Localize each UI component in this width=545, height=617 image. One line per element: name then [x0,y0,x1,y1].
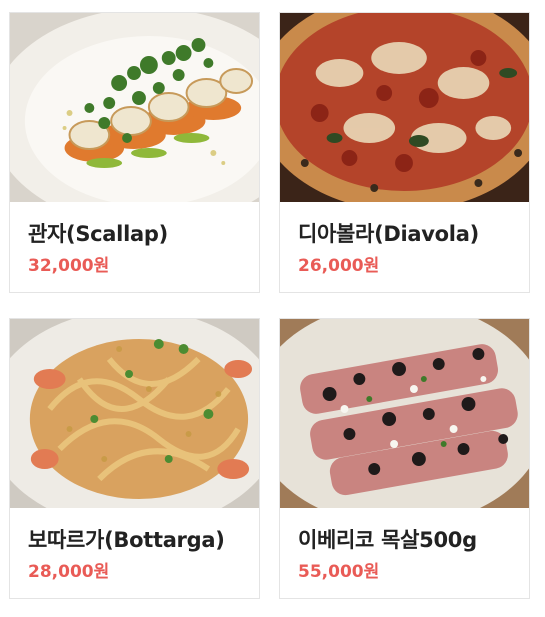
menu-item-name: 디아볼라(Diavola) [298,222,479,246]
menu-image-bottarga [10,319,259,508]
menu-card-diavola[interactable]: 디아볼라(Diavola) 26,000원 [279,12,530,293]
menu-card-scallap[interactable]: 관자(Scallap) 32,000원 [9,12,260,293]
menu-item-price: 26,000원 [298,256,380,276]
menu-item-price: 28,000원 [28,562,110,582]
menu-image-diavola [280,13,529,202]
menu-card-bottarga[interactable]: 보따르가(Bottarga) 28,000원 [9,318,260,599]
menu-item-price: 32,000원 [28,256,110,276]
menu-image-scallop [10,13,259,202]
menu-item-name: 이베리코 목살500g [298,528,477,552]
menu-card-iberico[interactable]: 이베리코 목살500g 55,000원 [279,318,530,599]
menu-item-name: 보따르가(Bottarga) [28,528,225,552]
menu-item-price: 55,000원 [298,562,380,582]
menu-item-name: 관자(Scallap) [28,222,168,246]
menu-image-iberico [280,319,529,508]
